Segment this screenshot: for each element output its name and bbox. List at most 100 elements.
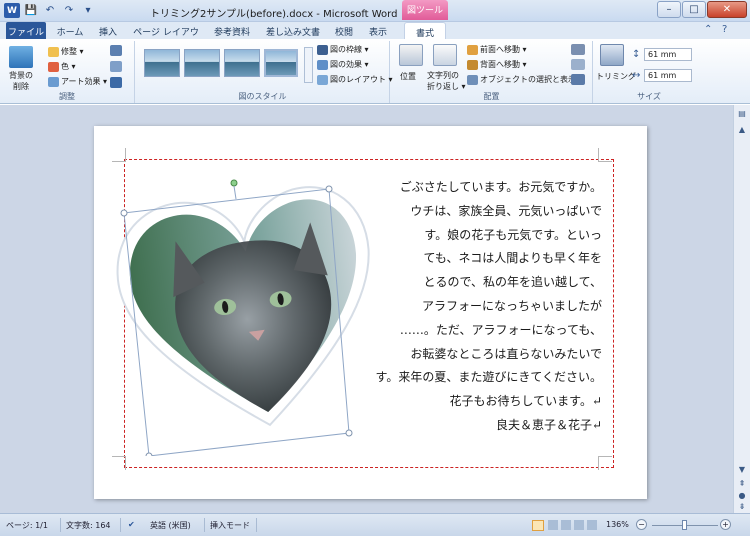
letter-line: とるので、私の年を追い越して、 xyxy=(423,275,602,290)
remove-background-icon xyxy=(9,46,33,68)
tab-page-layout[interactable]: ページ レイアウト xyxy=(130,22,202,51)
resize-handle[interactable] xyxy=(120,209,128,217)
picture-effects-button[interactable]: 図の効果 ▾ xyxy=(330,59,369,70)
tab-references[interactable]: 参考資料 xyxy=(210,22,254,39)
group-arrange: 位置 文字列の 折り返し ▾ 前面へ移動 ▾ 背面へ移動 ▾ オブジェクトの選択… xyxy=(391,41,593,103)
letter-line: ……。ただ、アラフォーになっても、 xyxy=(399,322,602,337)
help-icon[interactable]: ? xyxy=(722,24,727,35)
picture-border-button[interactable]: 図の枠線 ▾ xyxy=(330,44,369,55)
zoom-level[interactable]: 136% xyxy=(606,520,629,529)
tab-file[interactable]: ファイル xyxy=(6,22,46,39)
insert-mode-status[interactable]: 挿入モード xyxy=(210,520,250,531)
maximize-button[interactable]: □ xyxy=(682,1,706,18)
selection-pane-button[interactable]: オブジェクトの選択と表示 xyxy=(480,74,576,85)
redo-icon[interactable]: ↷ xyxy=(61,3,77,18)
page-count[interactable]: ページ: 1/1 xyxy=(6,520,48,531)
vertical-scrollbar[interactable]: ▤ ▲ ▼ ⇞ ● ⇟ xyxy=(733,105,750,513)
letter-line: アラフォーになっちゃいましたが xyxy=(421,298,602,313)
save-icon[interactable]: 💾 xyxy=(23,3,39,18)
minimize-ribbon-icon[interactable]: ⌃ xyxy=(704,24,712,35)
send-backward-button[interactable]: 背面へ移動 ▾ xyxy=(480,59,527,70)
zoom-in-button[interactable]: + xyxy=(720,519,731,530)
tab-review[interactable]: 校閲 xyxy=(332,22,356,39)
remove-background-label-1[interactable]: 背景の xyxy=(9,70,33,81)
color-icon xyxy=(48,61,59,72)
crop-mark-bottom-right xyxy=(598,456,612,470)
align-icon[interactable] xyxy=(571,44,585,55)
picture-layout-button[interactable]: 図のレイアウト ▾ xyxy=(330,74,393,85)
wrap-text-label-1[interactable]: 文字列の xyxy=(427,70,459,81)
width-input[interactable]: 61 mm xyxy=(644,69,692,82)
letter-line: ても、ネコは人間よりも早く年を xyxy=(423,251,602,266)
close-button[interactable]: ✕ xyxy=(707,1,747,18)
style-thumbnail-4[interactable] xyxy=(264,49,298,77)
group-label-adjust: 調整 xyxy=(59,92,75,101)
selection-pane-icon xyxy=(467,74,478,85)
web-layout-view-icon[interactable] xyxy=(561,520,571,530)
letter-line: ウチは、家族全員、元気いっぱいで xyxy=(410,203,602,218)
group-icon[interactable] xyxy=(571,59,585,70)
styles-gallery-scroll[interactable] xyxy=(304,47,313,83)
compress-pictures-icon[interactable] xyxy=(110,45,122,56)
outline-view-icon[interactable] xyxy=(574,520,584,530)
minimize-button[interactable]: – xyxy=(657,1,681,18)
height-input[interactable]: 61 mm xyxy=(644,48,692,61)
full-screen-view-icon[interactable] xyxy=(548,520,558,530)
tab-mailings[interactable]: 差し込み文書 xyxy=(264,22,322,39)
ribbon-tabs: ファイル ホーム 挿入 ページ レイアウト 参考資料 差し込み文書 校閲 表示 … xyxy=(0,22,750,51)
scroll-up-icon[interactable]: ▲ xyxy=(736,125,748,137)
wrap-text-icon xyxy=(433,44,457,66)
letter-line: ごぶさたしています。お元気ですか。 xyxy=(399,180,602,194)
group-size: トリミング ↕ 61 mm ↔ 61 mm サイズ xyxy=(594,41,704,103)
tab-insert[interactable]: 挿入 xyxy=(94,22,122,39)
ruler-toggle-icon[interactable]: ▤ xyxy=(736,109,748,121)
ruler xyxy=(0,105,733,116)
style-thumbnail-3[interactable] xyxy=(224,49,260,77)
color-button[interactable]: 色 ▾ xyxy=(61,61,76,72)
undo-icon[interactable]: ↶ xyxy=(42,3,58,18)
window-title: トリミング2サンプル(before).docx - Microsoft Word xyxy=(150,9,398,20)
group-label-size: サイズ xyxy=(637,92,661,101)
proofing-icon[interactable]: ✔ xyxy=(128,520,135,529)
style-thumbnail-1[interactable] xyxy=(144,49,180,77)
zoom-slider-thumb[interactable] xyxy=(682,520,687,530)
print-layout-view-icon[interactable] xyxy=(532,520,544,531)
tab-view[interactable]: 表示 xyxy=(364,22,392,39)
group-label-picture-styles: 図のスタイル xyxy=(238,92,287,101)
rotate-handle[interactable] xyxy=(230,179,238,187)
letter-text: ごぶさたしています。お元気ですか。 ウチは、家族全員、元気いっぱいで す。娘の花… xyxy=(320,176,602,438)
change-picture-icon[interactable] xyxy=(110,61,122,72)
word-count[interactable]: 文字数: 164 xyxy=(66,520,111,531)
corrections-icon xyxy=(48,46,59,57)
customize-qat-icon[interactable]: ▾ xyxy=(80,3,96,18)
resize-handle[interactable] xyxy=(145,452,153,456)
style-thumbnail-2[interactable] xyxy=(184,49,220,77)
status-bar: ページ: 1/1 文字数: 164 ✔ 英語 (米国) 挿入モード 136% −… xyxy=(0,513,750,536)
crop-icon xyxy=(600,44,624,66)
ribbon: 背景の 削除 修整 ▾ 色 ▾ アート効果 ▾ 調整 図の枠線 ▾ 図の効果 ▾… xyxy=(0,39,750,104)
previous-page-icon[interactable]: ⇞ xyxy=(736,479,748,491)
tab-home[interactable]: ホーム xyxy=(52,22,88,39)
crop-button[interactable]: トリミング xyxy=(596,71,636,82)
reset-picture-icon[interactable] xyxy=(110,77,122,88)
artistic-effects-button[interactable]: アート効果 ▾ xyxy=(61,76,107,87)
picture-border-icon xyxy=(317,44,328,55)
rotate-icon[interactable] xyxy=(571,74,585,85)
language-status[interactable]: 英語 (米国) xyxy=(150,520,191,531)
picture-layout-icon xyxy=(317,74,328,85)
picture-effects-icon xyxy=(317,59,328,70)
scroll-down-icon[interactable]: ▼ xyxy=(736,465,748,477)
letter-line: 良夫＆恵子＆花子↵ xyxy=(495,417,602,432)
tab-format[interactable]: 書式 xyxy=(404,22,446,39)
document-workspace: ごぶさたしています。お元気ですか。 ウチは、家族全員、元気いっぱいで す。娘の花… xyxy=(0,105,733,513)
zoom-out-button[interactable]: − xyxy=(636,519,647,530)
crop-mark-top-left xyxy=(112,148,126,162)
bring-forward-button[interactable]: 前面へ移動 ▾ xyxy=(480,44,527,55)
corrections-button[interactable]: 修整 ▾ xyxy=(61,46,84,57)
word-app-icon[interactable]: W xyxy=(4,3,20,18)
letter-line: お転婆なところは直らないみたいで xyxy=(410,346,602,361)
position-button[interactable]: 位置 xyxy=(400,71,416,82)
draft-view-icon[interactable] xyxy=(587,520,597,530)
picture-tools-context-label: 図ツール xyxy=(402,0,448,20)
position-icon xyxy=(399,44,423,66)
